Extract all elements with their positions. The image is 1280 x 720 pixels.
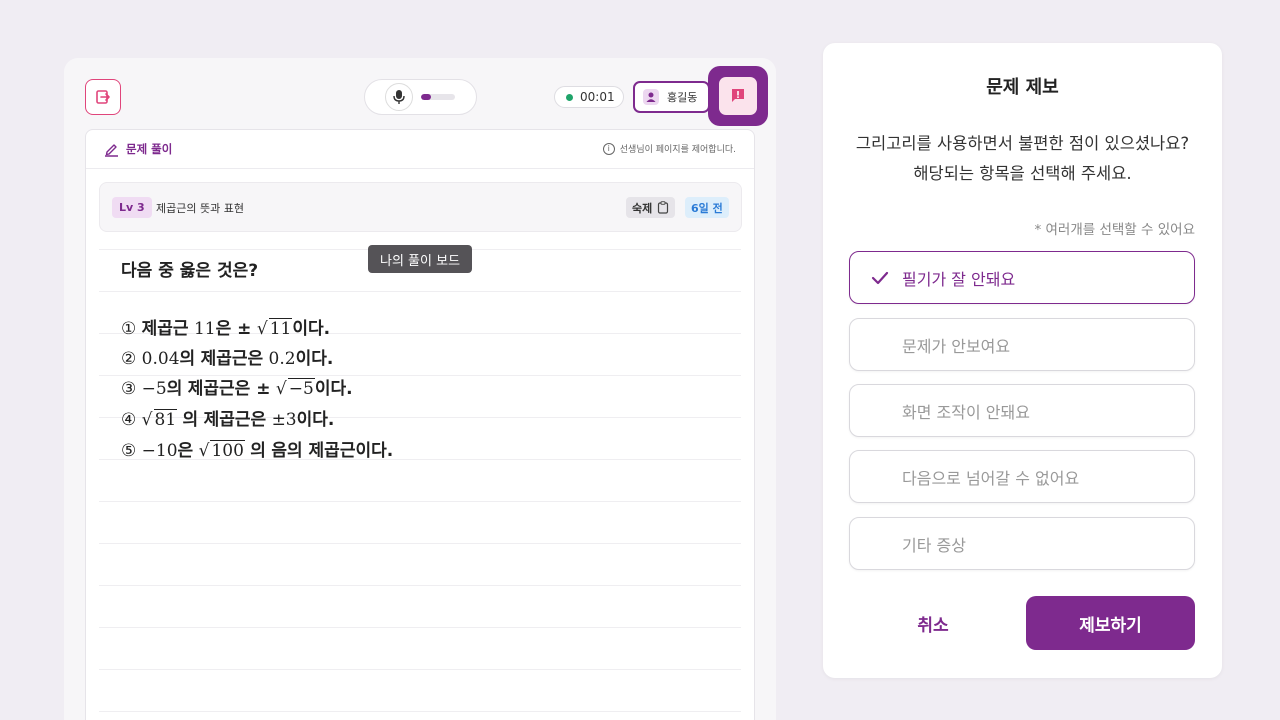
choice-text: 음의 제곱근이다.: [271, 441, 394, 461]
avatar-icon: [643, 89, 659, 105]
clipboard-icon: [658, 201, 669, 214]
option-problem-not-visible[interactable]: 문제가 안보여요: [849, 318, 1195, 371]
choice-text: 제곱근은: [200, 349, 264, 369]
sqrt-sign: √: [275, 379, 287, 399]
choice-text: 의: [250, 441, 266, 461]
homework-label: 숙제: [632, 201, 653, 215]
choice-math: −5: [287, 378, 315, 399]
check-icon: [871, 271, 889, 285]
option-other[interactable]: 기타 증상: [849, 517, 1195, 570]
choice-number: ③: [121, 379, 137, 399]
report-button-highlight: [708, 66, 768, 126]
date-badge: 6일 전: [685, 197, 729, 218]
choice-text: 제곱근: [141, 319, 189, 339]
choice-math: 100: [210, 440, 245, 461]
timer: 00:01: [554, 86, 624, 108]
choice-text: 이다.: [295, 349, 334, 369]
choice-number: ②: [121, 349, 137, 369]
choice-math: −5: [141, 379, 167, 399]
sheet-header: 문제 풀이 i 선생님이 페이지를 제어합니다.: [86, 130, 754, 169]
option-writing-issue[interactable]: 필기가 잘 안돼요: [849, 251, 1195, 304]
choice-number: ④: [121, 410, 137, 430]
submit-report-button[interactable]: 제보하기: [1026, 596, 1195, 650]
dialog-description: 그리고리를 사용하면서 불편한 점이 있으셨나요? 해당되는 항목을 선택해 주…: [823, 129, 1222, 189]
choice-math: 11: [268, 318, 293, 339]
ruled-line: [99, 585, 741, 586]
user-badge[interactable]: 홍길동: [633, 81, 710, 113]
ruled-line: [99, 669, 741, 670]
exit-button[interactable]: [85, 79, 121, 115]
choice-text: 의: [179, 349, 196, 369]
sqrt-sign: √: [141, 410, 153, 430]
cancel-button[interactable]: 취소: [849, 596, 1017, 650]
choice-math: −10: [141, 441, 178, 461]
problem-meta: Lv 3 제곱근의 뜻과 표현 숙제 6일 전: [99, 182, 742, 232]
dialog-description-line2: 해당되는 항목을 선택해 주세요.: [913, 164, 1132, 183]
choice-text: 의: [182, 410, 199, 430]
mic-button[interactable]: [385, 83, 413, 111]
mic-control[interactable]: [364, 79, 477, 115]
microphone-icon: [393, 90, 405, 104]
choice-text: 은: [177, 441, 194, 461]
question-text: 다음 중 옳은 것은?: [121, 261, 259, 281]
option-label: 필기가 잘 안돼요: [902, 269, 1016, 289]
choice-number: ⑤: [121, 441, 137, 461]
option-label: 문제가 안보여요: [902, 336, 1011, 356]
control-notice: i 선생님이 페이지를 제어합니다.: [602, 142, 736, 155]
choice-math: 0.04: [141, 349, 180, 369]
choice-3[interactable]: ③ −5의 제곱근은 ± √ −5이다.: [121, 374, 353, 399]
choice-2[interactable]: ② 0.04의 제곱근은 0.2이다.: [121, 344, 333, 369]
user-name: 홍길동: [667, 91, 698, 104]
option-label: 기타 증상: [902, 535, 966, 555]
dialog-description-line1: 그리고리를 사용하면서 불편한 점이 있으셨나요?: [855, 134, 1190, 153]
ruled-line: [99, 291, 741, 292]
exit-icon: [96, 90, 110, 104]
control-notice-text: 선생님이 페이지를 제어합니다.: [619, 145, 736, 155]
option-label: 화면 조작이 안돼요: [902, 402, 1030, 422]
ruled-line: [99, 543, 741, 544]
choice-text: 이다.: [314, 379, 353, 399]
mic-level-bar: [421, 94, 455, 100]
choice-math: 0.2: [268, 349, 296, 369]
mic-level-fill: [421, 94, 432, 100]
option-screen-control[interactable]: 화면 조작이 안돼요: [849, 384, 1195, 437]
pencil-icon: [105, 143, 118, 157]
classroom-panel: 00:01 홍길동 문제 풀이 i 선생님이 페이지를 제어합니다. Lv 3 …: [64, 58, 776, 720]
level-badge: Lv 3: [112, 197, 152, 218]
homework-badge: 숙제: [626, 197, 676, 218]
sqrt-sign: √: [198, 441, 210, 461]
report-button[interactable]: [719, 77, 757, 115]
choice-4[interactable]: ④ √ 81 의 제곱근은 ±3이다.: [121, 405, 334, 430]
choice-text: 은 ±: [215, 319, 252, 339]
report-dialog: 문제 제보 그리고리를 사용하면서 불편한 점이 있으셨나요? 해당되는 항목을…: [823, 43, 1222, 678]
ruled-line: [99, 501, 741, 502]
choice-math: ±3: [271, 410, 297, 430]
ruled-line: [99, 711, 741, 712]
choice-text: 제곱근은: [203, 410, 267, 430]
choice-text: 제곱근은 ±: [187, 379, 271, 399]
choice-text: 의: [166, 379, 183, 399]
option-label: 다음으로 넘어갈 수 없어요: [902, 468, 1080, 488]
board-tooltip: 나의 풀이 보드: [368, 245, 473, 273]
choice-5[interactable]: ⑤ −10은 √ 100 의 음의 제곱근이다.: [121, 436, 393, 461]
recording-dot: [566, 93, 573, 101]
sqrt-sign: √: [256, 319, 268, 339]
choice-math: 81: [153, 409, 178, 430]
sheet-title: 문제 풀이: [126, 142, 173, 156]
choice-math: 11: [193, 319, 216, 339]
choice-1[interactable]: ① 제곱근 11은 ± √ 11이다.: [121, 314, 330, 339]
choice-text: 이다.: [296, 410, 335, 430]
ruled-line: [99, 627, 741, 628]
choice-text: 이다.: [292, 319, 331, 339]
option-cannot-proceed[interactable]: 다음으로 넘어갈 수 없어요: [849, 450, 1195, 503]
problem-sheet[interactable]: 문제 풀이 i 선생님이 페이지를 제어합니다. Lv 3 제곱근의 뜻과 표현…: [85, 129, 755, 720]
flag-alert-icon: [732, 89, 744, 102]
topic-label: 제곱근의 뜻과 표현: [156, 202, 244, 215]
multi-select-hint: * 여러개를 선택할 수 있어요: [1034, 222, 1195, 238]
info-icon: i: [602, 142, 615, 155]
timer-text: 00:01: [580, 90, 615, 104]
dialog-title: 문제 제보: [986, 77, 1059, 98]
choice-number: ①: [121, 319, 137, 339]
